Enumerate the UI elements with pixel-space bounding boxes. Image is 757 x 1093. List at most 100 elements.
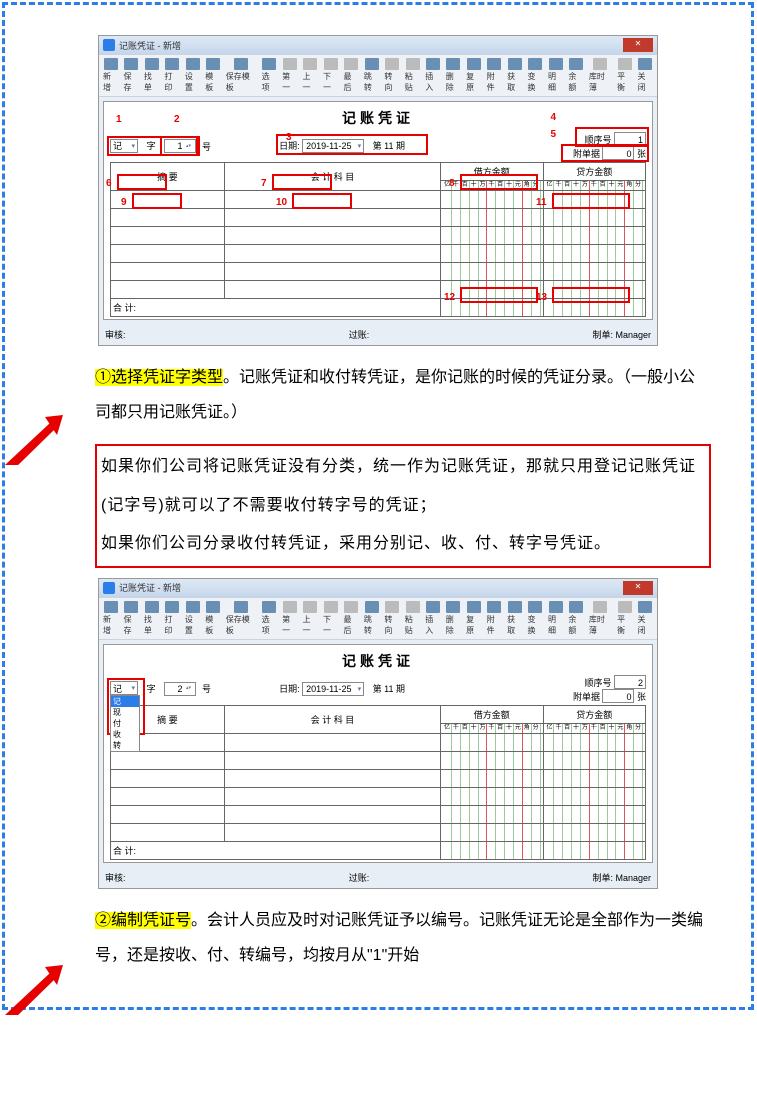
dropdown-option[interactable]: 记 [111, 696, 139, 707]
dropdown-option[interactable]: 转 [111, 740, 139, 751]
voucher-header: 记 记现付收转 字 2 号 日期: 2019-11-25 第 11 期 顺序号 … [110, 675, 646, 703]
grid-row[interactable] [111, 263, 646, 281]
toolbar-新增[interactable]: 新增 [101, 600, 120, 637]
toolbar-设置[interactable]: 设置 [183, 600, 202, 637]
dropdown-option[interactable]: 收 [111, 729, 139, 740]
toolbar-库时薄[interactable]: 库时薄 [587, 600, 614, 637]
grid-row[interactable] [111, 805, 646, 823]
toolbar-关闭[interactable]: 关闭 [636, 57, 655, 94]
attach-label: 附单据 [573, 149, 600, 159]
grid-row[interactable] [111, 733, 646, 751]
toolbar-关闭[interactable]: 关闭 [636, 600, 655, 637]
toolbar-变换[interactable]: 变换 [526, 57, 545, 94]
toolbar-明细[interactable]: 明细 [546, 600, 565, 637]
page-container: 记账凭证 - 新增 ✕ 新增保存找单打印设置模板保存模板选项第一上一下一最后跳转… [2, 2, 754, 1010]
date-input[interactable]: 2019-11-25 [302, 139, 364, 153]
toolbar-保存[interactable]: 保存 [121, 600, 140, 637]
arrow-icon [5, 965, 65, 1015]
toolbar-设置[interactable]: 设置 [183, 57, 202, 94]
voucher-type-dropdown[interactable]: 记 记现付收转 [110, 681, 138, 695]
toolbar-模板[interactable]: 模板 [203, 57, 222, 94]
close-button[interactable]: ✕ [623, 581, 653, 595]
toolbar-上一[interactable]: 上一 [301, 57, 320, 94]
toolbar-下一[interactable]: 下一 [321, 600, 340, 637]
date-input[interactable]: 2019-11-25 [302, 682, 364, 696]
app-icon [103, 39, 115, 51]
toolbar-保存模板[interactable]: 保存模板 [224, 600, 259, 637]
grid-row[interactable] [111, 787, 646, 805]
seq-input[interactable]: 2 [614, 675, 646, 689]
grid-row[interactable] [111, 823, 646, 841]
voucher-area: 记账凭证 记 记现付收转 字 2 号 日期: 2019-11-25 第 11 期… [103, 644, 653, 863]
dropdown-option[interactable]: 付 [111, 718, 139, 729]
toolbar-变换[interactable]: 变换 [526, 600, 545, 637]
app-icon [103, 582, 115, 594]
date-label: 日期: [279, 684, 300, 694]
toolbar-第一[interactable]: 第一 [280, 600, 299, 637]
grid-row[interactable] [111, 227, 646, 245]
seq-input[interactable]: 1 [614, 132, 646, 146]
toolbar-复原[interactable]: 复原 [464, 600, 483, 637]
toolbar-余额[interactable]: 余额 [566, 600, 585, 637]
grid-row[interactable] [111, 751, 646, 769]
toolbar-删除[interactable]: 删除 [444, 57, 463, 94]
toolbar-附件[interactable]: 附件 [485, 57, 504, 94]
close-button[interactable]: ✕ [623, 38, 653, 52]
toolbar-最后[interactable]: 最后 [341, 57, 360, 94]
toolbar-删除[interactable]: 删除 [444, 600, 463, 637]
label-7: 7 [261, 178, 267, 189]
attach-input[interactable]: 0 [602, 689, 634, 703]
toolbar-插入[interactable]: 插入 [423, 600, 442, 637]
toolbar-插入[interactable]: 插入 [423, 57, 442, 94]
toolbar-复原[interactable]: 复原 [464, 57, 483, 94]
toolbar-获取[interactable]: 获取 [505, 600, 524, 637]
toolbar-平衡[interactable]: 平衡 [615, 57, 634, 94]
toolbar-转向[interactable]: 转向 [382, 57, 401, 94]
toolbar-粘贴[interactable]: 粘贴 [403, 57, 422, 94]
grid-row[interactable] [111, 209, 646, 227]
voucher-header: 记 字 1 号 日期: 2019-11-25 第 11 期 顺序号 1 附单据 … [110, 132, 646, 160]
toolbar-第一[interactable]: 第一 [280, 57, 299, 94]
toolbar-附件[interactable]: 附件 [485, 600, 504, 637]
grid-row[interactable] [111, 769, 646, 787]
toolbar-获取[interactable]: 获取 [505, 57, 524, 94]
toolbar-选项[interactable]: 选项 [260, 600, 279, 637]
toolbar-保存[interactable]: 保存 [121, 57, 140, 94]
voucher-type-dropdown[interactable]: 记 [110, 139, 138, 153]
toolbar-模板[interactable]: 模板 [203, 600, 222, 637]
toolbar: 新增保存找单打印设置模板保存模板选项第一上一下一最后跳转转向粘贴插入删除复原附件… [99, 597, 657, 640]
window-title: 记账凭证 - 新增 [119, 39, 181, 52]
grid-row[interactable] [111, 245, 646, 263]
paragraph-1: ①选择凭证字类型。记账凭证和收付转凭证，是你记账的时候的凭证分录。（一般小公司都… [95, 360, 711, 430]
grid-row[interactable] [111, 191, 646, 209]
col-subject: 会 计 科 目 [224, 163, 440, 191]
toolbar-余额[interactable]: 余额 [566, 57, 585, 94]
toolbar-打印[interactable]: 打印 [162, 600, 181, 637]
toolbar-上一[interactable]: 上一 [301, 600, 320, 637]
dropdown-options[interactable]: 记现付收转 [110, 695, 140, 752]
toolbar-库时薄[interactable]: 库时薄 [587, 57, 614, 94]
toolbar-下一[interactable]: 下一 [321, 57, 340, 94]
label-1: 1 [116, 114, 122, 125]
dropdown-option[interactable]: 现 [111, 707, 139, 718]
toolbar-转向[interactable]: 转向 [382, 600, 401, 637]
toolbar: 新增保存找单打印设置模板保存模板选项第一上一下一最后跳转转向粘贴插入删除复原附件… [99, 54, 657, 97]
toolbar-跳转[interactable]: 跳转 [362, 57, 381, 94]
toolbar-保存模板[interactable]: 保存模板 [224, 57, 259, 94]
toolbar-跳转[interactable]: 跳转 [362, 600, 381, 637]
boxed-paragraph: 如果你们公司将记账凭证没有分类，统一作为记账凭证，那就只用登记记账凭证(记字号)… [95, 444, 711, 567]
toolbar-明细[interactable]: 明细 [546, 57, 565, 94]
toolbar-最后[interactable]: 最后 [341, 600, 360, 637]
voucher-no-spinner[interactable]: 1 [164, 139, 196, 153]
toolbar-粘贴[interactable]: 粘贴 [403, 600, 422, 637]
toolbar-打印[interactable]: 打印 [162, 57, 181, 94]
toolbar-平衡[interactable]: 平衡 [615, 600, 634, 637]
toolbar-新增[interactable]: 新增 [101, 57, 120, 94]
attach-input[interactable]: 0 [602, 146, 634, 160]
toolbar-找单[interactable]: 找单 [142, 57, 161, 94]
voucher-no-spinner[interactable]: 2 [164, 682, 196, 696]
toolbar-选项[interactable]: 选项 [260, 57, 279, 94]
grid-row[interactable] [111, 281, 646, 299]
toolbar-找单[interactable]: 找单 [142, 600, 161, 637]
voucher-title: 记账凭证 [110, 651, 646, 671]
